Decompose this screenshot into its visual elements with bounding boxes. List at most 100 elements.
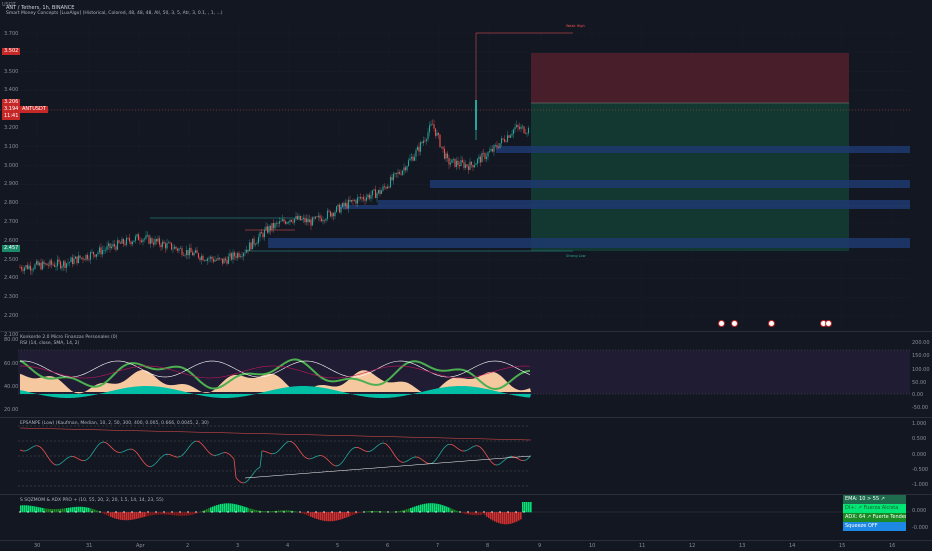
- price-tick-label: 2.800: [4, 200, 18, 206]
- konkorde-chart[interactable]: [0, 332, 932, 416]
- sqzmom-bar: [146, 512, 148, 516]
- epsanpe-line-segment: [222, 453, 224, 454]
- sqzmom-bar: [330, 512, 332, 521]
- candle-body: [108, 243, 109, 245]
- sqzmom-title[interactable]: S SQZMOM & ADX PRO + (10, 55, 20, 2, 20,…: [20, 498, 164, 503]
- candle-body: [447, 154, 448, 158]
- event-flag-icon[interactable]: [825, 320, 832, 327]
- sqzmom-pane[interactable]: S SQZMOM & ADX PRO + (10, 55, 20, 2, 20,…: [0, 495, 932, 540]
- price-chart[interactable]: [0, 0, 932, 330]
- weak-high-label: Weak High: [566, 24, 585, 28]
- candle-body: [324, 220, 325, 221]
- price-pane[interactable]: USDT ANT / Tethers, 1h, BINANCE Smart Mo…: [0, 0, 932, 330]
- candle-body: [337, 205, 338, 207]
- candle-body: [499, 143, 500, 148]
- squeeze-dot: [515, 511, 516, 512]
- sqzmom-bar: [168, 512, 170, 515]
- konkorde-right-tick: 50.00: [912, 380, 926, 386]
- epsanpe-title[interactable]: EPSANPE (Low) (Kaufman, Median, 10, 2, 5…: [20, 421, 209, 426]
- sqzmom-bar: [118, 512, 120, 519]
- sqzmom-bar: [510, 512, 512, 524]
- squeeze-dot: [243, 511, 244, 512]
- epsanpe-line-segment: [298, 448, 300, 451]
- candle-body: [66, 263, 67, 268]
- epsanpe-line-segment: [110, 446, 112, 448]
- sqzmom-right-tick: -0.000: [912, 525, 928, 531]
- sqzmom-bar: [144, 512, 146, 517]
- epsanpe-signal-line: [20, 428, 531, 440]
- sqzmom-bar: [406, 509, 408, 512]
- candle-body: [510, 135, 511, 137]
- badge-low-price: 2.457: [2, 245, 20, 252]
- epsanpe-line-segment: [100, 442, 102, 443]
- time-axis[interactable]: 3031Apr2345678910111213141516: [0, 540, 932, 551]
- candle-body: [321, 219, 322, 222]
- squeeze-dot: [299, 511, 300, 512]
- epsanpe-line-segment: [208, 451, 210, 453]
- epsanpe-pane[interactable]: EPSANPE (Low) (Kaufman, Median, 10, 2, 5…: [0, 418, 932, 494]
- rsi-title[interactable]: RSI (14, close, SMA, 14, 2): [20, 341, 79, 346]
- sqzmom-bar: [162, 512, 164, 514]
- epsanpe-line-segment: [470, 447, 472, 448]
- sqzmom-bar: [526, 502, 528, 512]
- candle-body: [318, 216, 319, 217]
- sqzmom-bar: [72, 507, 74, 512]
- candle-body: [441, 147, 442, 148]
- epsanpe-line-segment: [380, 443, 382, 444]
- epsanpe-line-segment: [66, 458, 68, 459]
- candle-body: [474, 165, 475, 167]
- time-tick-label: 30: [34, 543, 40, 549]
- sqzmom-bar: [494, 512, 496, 522]
- epsanpe-line-segment: [284, 443, 286, 445]
- epsanpe-line-segment: [466, 450, 468, 451]
- sqzmom-bar: [74, 507, 76, 512]
- sqzmom-bar: [240, 506, 242, 513]
- candle-body: [469, 162, 470, 170]
- price-tick-label: 3.400: [4, 87, 18, 93]
- candle-body: [432, 124, 433, 125]
- konkorde-pane[interactable]: Konkorde 2.0 Micro Finanzas Personales (…: [0, 332, 932, 416]
- candle-body: [240, 256, 241, 257]
- epsanpe-line-segment: [434, 460, 436, 462]
- candle-body: [79, 256, 80, 259]
- candle-body: [121, 239, 122, 244]
- candle-body: [420, 142, 421, 151]
- sqzmom-bar: [524, 502, 526, 512]
- candle-body: [57, 260, 58, 267]
- epsanpe-line-segment: [398, 460, 400, 462]
- candle-body: [351, 200, 352, 201]
- epsanpe-right-tick: 0.000: [912, 452, 926, 458]
- candle-body: [319, 216, 320, 219]
- sqzmom-bar: [114, 512, 116, 518]
- epsanpe-line-segment: [228, 453, 230, 454]
- epsanpe-line-segment: [328, 460, 330, 462]
- candle-body: [115, 247, 116, 250]
- sqzmom-bar: [178, 512, 180, 516]
- epsanpe-line-segment: [456, 447, 458, 449]
- epsanpe-line-segment: [386, 444, 388, 446]
- sqzmom-bar: [506, 512, 508, 524]
- candle-body: [322, 220, 323, 221]
- sqzmom-bar: [62, 509, 64, 513]
- sqzmom-bar: [314, 512, 316, 518]
- sqzmom-bar: [34, 506, 36, 512]
- squeeze-dot: [339, 511, 340, 512]
- epsanpe-line-segment: [238, 480, 240, 482]
- sqzmom-bar: [488, 512, 490, 518]
- epsanpe-chart[interactable]: [0, 418, 932, 494]
- sqzmom-bar: [228, 503, 230, 512]
- epsanpe-line-segment: [346, 454, 348, 457]
- time-tick-label: 5: [336, 543, 339, 549]
- event-flag-icon[interactable]: [768, 320, 775, 327]
- candle-body: [277, 223, 278, 224]
- candle-body: [367, 195, 368, 198]
- konkorde-title[interactable]: Konkorde 2.0 Micro Finanzas Personales (…: [20, 335, 117, 340]
- event-flag-icon[interactable]: [731, 320, 738, 327]
- indicator-title[interactable]: Smart Money Concepts [LuxAlgo] (Historic…: [6, 11, 223, 16]
- epsanpe-line-segment: [230, 455, 232, 457]
- candle-body: [526, 133, 527, 134]
- squeeze-dot: [419, 511, 420, 512]
- epsanpe-right-tick: -0.500: [912, 467, 928, 473]
- squeeze-dot: [331, 511, 332, 512]
- event-flag-icon[interactable]: [718, 320, 725, 327]
